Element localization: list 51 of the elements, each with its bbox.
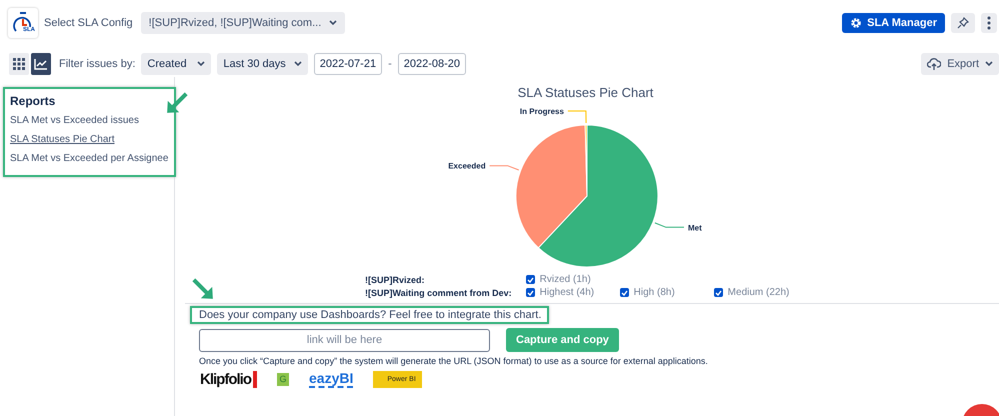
dashboard-prompt: Does your company use Dashboards? Feel free to integrate this chart. (190, 306, 550, 324)
eazybi-logo: eazyBI (309, 370, 354, 388)
legend-label: ![SUP]Waiting comment from Dev: (365, 288, 512, 298)
reports-heading: Reports (10, 94, 56, 108)
filter-label: Filter issues by: (59, 58, 136, 70)
capture-note: Once you click “Capture and copy” the system will generate the URL (JSON format) to use as a source for external applications. (199, 356, 709, 366)
pin-button[interactable] (951, 13, 975, 33)
caret-icon (329, 20, 338, 26)
view-toggle[interactable] (31, 53, 51, 75)
chart-title: SLA Statuses Pie Chart (518, 85, 654, 100)
klipfolio-logo: Klipfolio (200, 370, 257, 388)
chart-icon (34, 58, 48, 70)
checkbox[interactable] (526, 275, 535, 284)
caret-icon (197, 61, 206, 67)
caret-icon (294, 61, 302, 67)
view-toggle[interactable] (9, 53, 29, 75)
checkbox[interactable] (620, 288, 629, 297)
link-field[interactable]: link will be here (199, 328, 490, 352)
leader-line (654, 222, 684, 228)
config-label: Select SLA Config (44, 17, 133, 29)
report-link[interactable]: SLA Statuses Pie Chart (10, 133, 115, 146)
report-link[interactable]: SLA Met vs Exceeded per Assignee (10, 152, 168, 165)
option-label: Rvized (1h) (540, 274, 591, 285)
slice-label: In Progress (520, 107, 564, 116)
config-select[interactable]: ![SUP]Rvized, ![SUP]Waiting com... (140, 12, 346, 34)
checkbox[interactable] (714, 288, 723, 297)
period-select[interactable]: Last 30 days (217, 53, 308, 75)
option-label: High (8h) (634, 287, 675, 298)
settings-icon (850, 17, 862, 29)
export-button[interactable]: Export (921, 53, 999, 75)
option-label: Medium (22h) (728, 287, 790, 298)
caret-icon (985, 61, 993, 67)
more-icon (987, 16, 991, 30)
date-field[interactable]: 2022-08-20 (398, 53, 466, 75)
legend-label: ![SUP]Rvized: (365, 274, 425, 284)
report-link[interactable]: SLA Met vs Exceeded issues (10, 114, 139, 127)
more-button[interactable] (981, 13, 997, 33)
square-logo: G (277, 372, 289, 386)
date-field[interactable]: 2022-07-21 (314, 53, 382, 75)
grid-icon (13, 58, 25, 70)
checkbox[interactable] (526, 288, 535, 297)
leader-line (567, 110, 587, 124)
sla-manager-button[interactable]: SLA Manager (842, 13, 945, 33)
filter-select[interactable]: Created (141, 53, 212, 75)
slice-label: Met (688, 223, 702, 232)
option-label: Highest (4h) (540, 287, 594, 298)
slice-label: Exceeded (448, 162, 486, 171)
cloud-icon (927, 58, 942, 70)
date-separator: - (388, 58, 392, 70)
pin-icon (957, 17, 969, 29)
leader-line (489, 165, 520, 170)
